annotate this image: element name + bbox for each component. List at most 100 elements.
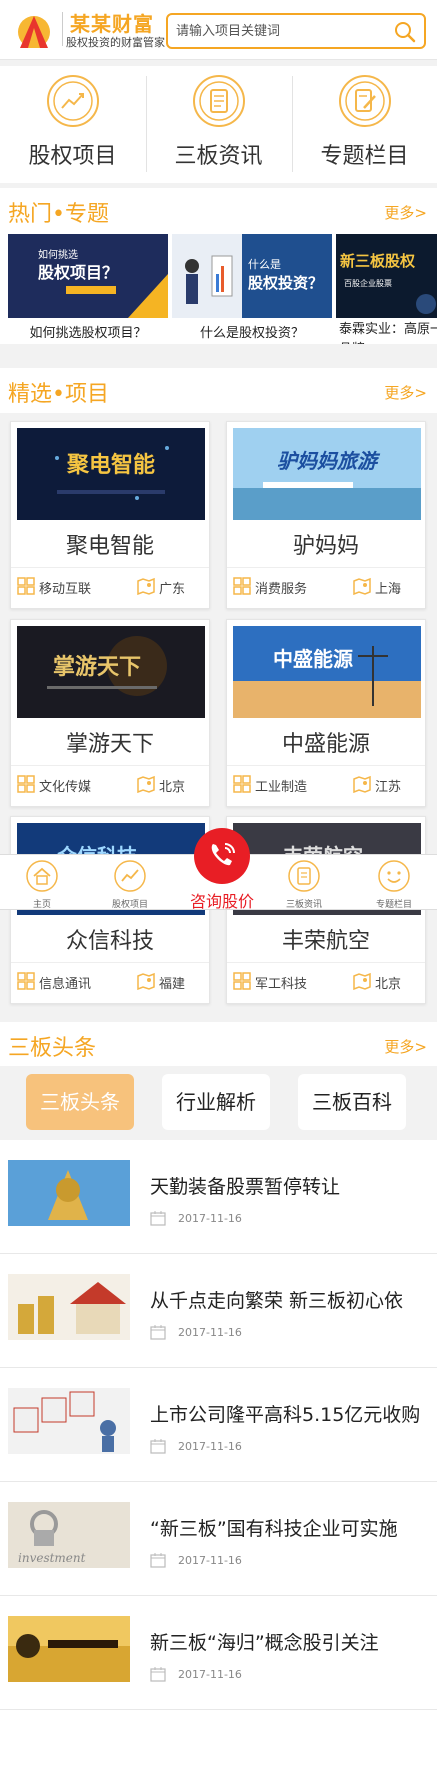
project-name: 众信科技 — [65, 929, 154, 954]
search-icon[interactable] — [394, 21, 416, 43]
project-image: 掌游天下 — [17, 626, 205, 718]
news-title: 新三板“海归”概念股引关注 — [150, 1632, 379, 1654]
project-card[interactable]: 驴妈妈旅游 驴妈妈 消费服务 上海 — [226, 421, 426, 609]
topic-caption: 如何挑选股权项目？ — [29, 326, 147, 341]
search-box — [166, 13, 426, 49]
nav-equity-projects[interactable]: 股权项目 — [100, 855, 160, 911]
news-list: 天勤装备股票暂停转让 2017-11-16 从千点走向繁荣 新三板初心依 201… — [0, 1140, 437, 1783]
divider — [227, 765, 425, 766]
section-title: 精选•项目 — [8, 382, 109, 407]
topic-banner: 新三板股权 百股企业股票 — [336, 234, 437, 318]
region-tag: 福建 — [159, 977, 186, 992]
category-otc-news[interactable]: 三板资讯 — [146, 66, 291, 183]
consult-label: 咨询股价 — [189, 892, 254, 911]
consult-button[interactable]: 咨询股价 — [182, 828, 262, 918]
project-banner: 中盛能源 — [233, 626, 421, 718]
top-header: 某某财富 股权投资的财富管家 — [0, 0, 437, 60]
category-equity-projects[interactable]: 股权项目 — [0, 66, 145, 183]
news-tabs: 三板头条 行业解析 三板百科 — [0, 1066, 437, 1140]
phone-icon — [211, 843, 235, 866]
topic-card[interactable]: 新三板股权 百股企业股票 泰霖实业：高原一品牌 — [336, 234, 437, 344]
tab-industry-analysis[interactable]: 行业解析 — [162, 1074, 270, 1130]
section-title: 热门•专题 — [8, 202, 109, 227]
divider — [11, 567, 209, 568]
map-icon — [137, 972, 155, 990]
map-icon — [137, 577, 155, 595]
map-icon — [353, 577, 371, 595]
news-thumbnail — [8, 1616, 130, 1682]
divider — [11, 962, 209, 963]
consult-circle — [194, 828, 250, 884]
nav-special-topics[interactable]: 专题栏目 — [364, 855, 424, 911]
divider — [11, 765, 209, 766]
grid-icon — [233, 775, 251, 793]
news-date: 2017-11-16 — [178, 1554, 242, 1567]
topic-card[interactable]: 如何挑选 股权项目？ 如何挑选股权项目？ — [8, 234, 168, 344]
news-item[interactable]: 新三板“海归”概念股引关注 2017-11-16 — [0, 1596, 437, 1710]
calendar-icon — [150, 1553, 166, 1568]
project-banner-text: 聚电智能 — [66, 452, 155, 478]
nav-otc-news[interactable]: 三板资讯 — [274, 855, 334, 911]
news-item[interactable]: 从千点走向繁荣 新三板初心依 2017-11-16 — [0, 1254, 437, 1368]
hot-topics-list: 如何挑选 股权项目？ 如何挑选股权项目？ 什么是 股权投资？ 什么是股权投资？ — [0, 234, 437, 344]
project-image: 中盛能源 — [233, 626, 421, 718]
category-special-topics[interactable]: 专题栏目 — [292, 66, 437, 183]
topic-banner: 什么是 股权投资？ — [172, 234, 332, 318]
map-icon — [353, 775, 371, 793]
project-card[interactable]: 中盛能源 中盛能源 工业制造 江苏 — [226, 619, 426, 807]
search-input[interactable] — [176, 22, 376, 40]
project-name: 中盛能源 — [281, 732, 370, 757]
more-link[interactable]: 更多> — [384, 382, 427, 403]
topic-card[interactable]: 什么是 股权投资？ 什么是股权投资？ — [172, 234, 332, 344]
news-item[interactable]: 天勤装备股票暂停转让 2017-11-16 — [0, 1140, 437, 1254]
calendar-icon — [150, 1325, 166, 1340]
news-date: 2017-11-16 — [178, 1440, 242, 1453]
news-title: “新三板”国有科技企业可实施 — [150, 1518, 398, 1540]
project-card[interactable]: 掌游天下 掌游天下 文化传媒 北京 — [10, 619, 210, 807]
calendar-icon — [150, 1439, 166, 1454]
project-name: 丰荣航空 — [281, 929, 370, 954]
topic-image: 如何挑选 股权项目？ — [8, 234, 168, 318]
project-name: 掌游天下 — [65, 732, 154, 757]
more-link[interactable]: 更多> — [384, 1036, 427, 1057]
topic-banner-text: 什么是 — [248, 258, 281, 271]
projects-header: 精选•项目 更多> — [0, 368, 437, 414]
tab-otc-encyclopedia[interactable]: 三板百科 — [298, 1074, 406, 1130]
project-card[interactable]: 聚电智能 聚电智能 移动互联 广东 — [10, 421, 210, 609]
project-banner-text: 中盛能源 — [273, 647, 353, 671]
news-title: 天勤装备股票暂停转让 — [150, 1176, 341, 1198]
news-header: 三板头条 更多> — [0, 1022, 437, 1068]
more-link[interactable]: 更多> — [384, 202, 427, 223]
topic-banner-text: 如何挑选 — [38, 248, 78, 261]
news-item[interactable]: 上市公司隆平高科5.15亿元收购 2017-11-16 — [0, 1368, 437, 1482]
industry-tag: 移动互联 — [39, 582, 92, 597]
topic-image: 新三板股权 百股企业股票 — [336, 234, 437, 318]
region-tag: 北京 — [375, 977, 402, 992]
project-banner-text: 驴妈妈旅游 — [277, 449, 381, 473]
project-banner: 聚电智能 — [17, 428, 205, 520]
project-image: 驴妈妈旅游 — [233, 428, 421, 520]
brand-logo[interactable] — [12, 10, 56, 50]
home-icon — [26, 860, 58, 892]
edit-note-icon — [338, 75, 391, 127]
grid-icon — [233, 972, 251, 990]
logo-divider — [62, 12, 63, 46]
divider — [227, 962, 425, 963]
category-row: 股权项目 三板资讯 专题栏目 — [0, 66, 437, 183]
category-label: 专题栏目 — [320, 144, 409, 169]
news-title: 上市公司隆平高科5.15亿元收购 — [150, 1404, 421, 1426]
tab-otc-headlines[interactable]: 三板头条 — [26, 1074, 134, 1130]
brand-slogan: 股权投资的财富管家 — [66, 36, 165, 49]
project-banner-text: 掌游天下 — [53, 654, 141, 680]
news-image — [8, 1274, 130, 1340]
topic-image: 什么是 股权投资？ — [172, 234, 332, 318]
project-name: 聚电智能 — [65, 534, 154, 559]
news-date: 2017-11-16 — [178, 1668, 242, 1681]
nav-home[interactable]: 主页 — [12, 855, 72, 911]
topic-caption: 什么是股权投资？ — [199, 326, 304, 341]
news-title: 从千点走向繁荣 新三板初心依 — [150, 1290, 404, 1312]
news-item[interactable]: investment “新三板”国有科技企业可实施 2017-11-16 — [0, 1482, 437, 1596]
project-name: 驴妈妈 — [292, 534, 359, 559]
industry-tag: 工业制造 — [255, 780, 308, 795]
page: { "header": { "brand_name": "某某财富", "slo… — [0, 0, 437, 1783]
